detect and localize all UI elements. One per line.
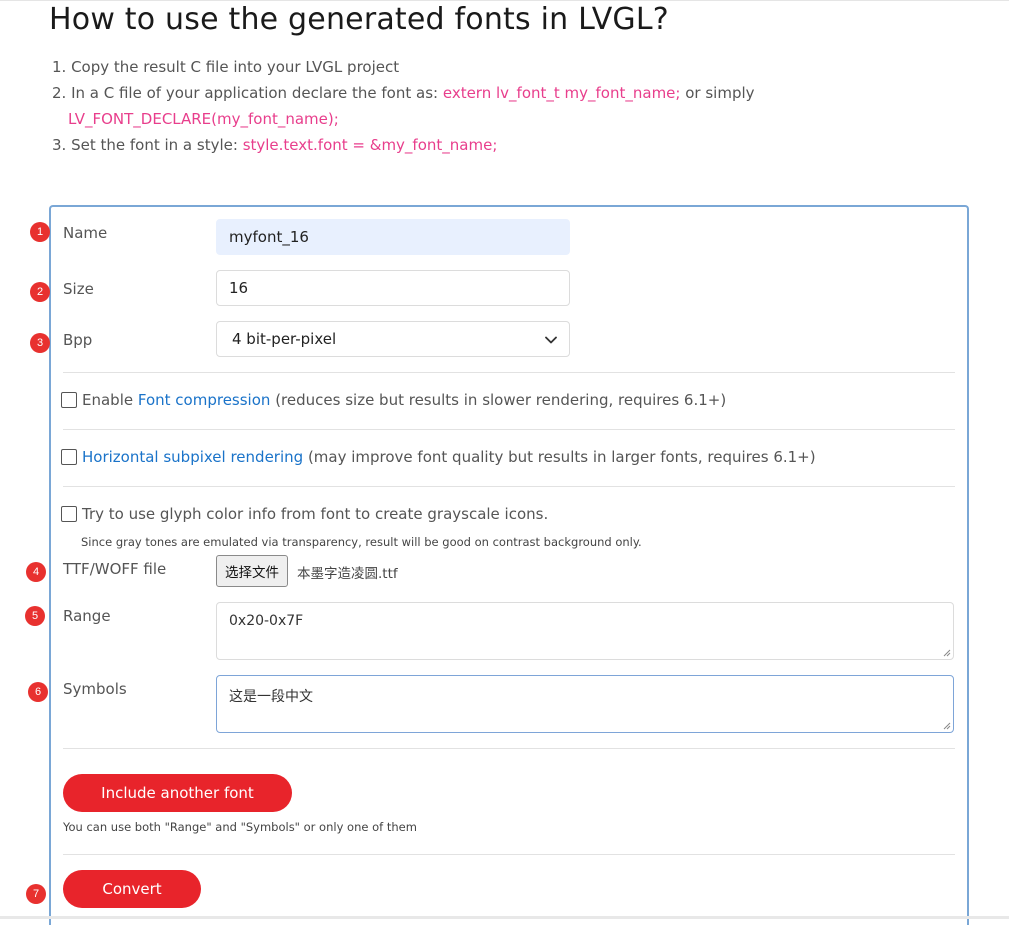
divider [63,486,955,487]
include-another-font-button[interactable]: Include another font [63,774,292,812]
convert-button[interactable]: Convert [63,870,201,908]
symbols-value: 这是一段中文 [229,689,313,705]
bpp-select[interactable]: 4 bit-per-pixel [216,321,570,357]
font-compression-checkbox[interactable] [61,392,77,408]
glyph-color-checkbox[interactable] [61,506,77,522]
step-3-text: 3. Set the font in a style: [52,136,238,154]
glyph-color-label: Try to use glyph color info from font to… [82,505,549,523]
name-label: Name [63,224,108,242]
bpp-selected-value: 4 bit-per-pixel [232,330,337,348]
step-badge-4: 4 [26,562,46,582]
resize-grip-icon[interactable] [943,649,951,657]
step-badge-7: 7 [26,884,46,904]
resize-grip-icon[interactable] [943,722,951,730]
choose-file-button[interactable]: 选择文件 [216,555,288,587]
selected-file-name: 本墨字造凌圆.ttf [297,566,398,582]
subpixel-checkbox[interactable] [61,449,77,465]
size-input[interactable]: 16 [216,270,570,306]
range-textarea[interactable]: 0x20-0x7F [216,602,954,660]
step-3-code: style.text.font = &my_font_name; [242,136,498,154]
step-badge-1: 1 [30,222,50,242]
range-value: 0x20-0x7F [229,613,304,629]
divider [63,748,955,749]
name-input[interactable]: myfont_16 [216,219,570,255]
step-2-text: 2. In a C file of your application decla… [52,84,439,102]
converter-form-panel [49,205,969,925]
symbols-textarea[interactable]: 这是一段中文 [216,675,954,733]
step-1: 1. Copy the result C file into your LVGL… [52,58,400,76]
usage-steps: 1. Copy the result C file into your LVGL… [52,54,755,158]
top-divider [0,0,1009,1]
step-2-code-extern: extern lv_font_t my_font_name; [442,84,681,102]
font-compression-prefix: Enable [82,391,134,409]
page-title: How to use the generated fonts in LVGL? [49,2,669,37]
glyph-color-row: Try to use glyph color info from font to… [61,505,548,523]
step-badge-3: 3 [30,333,50,353]
divider [63,372,955,373]
step-2: 2. In a C file of your application decla… [52,80,755,106]
subpixel-row: Horizontal subpixel rendering (may impro… [61,448,816,466]
step-2-or-text: or simply [685,84,755,102]
size-label: Size [63,280,94,298]
chevron-down-icon [545,330,557,348]
step-2-continued: LV_FONT_DECLARE(my_font_name); [52,106,755,132]
range-label: Range [63,607,111,625]
step-badge-5: 5 [25,606,45,626]
step-badge-2: 2 [30,282,50,302]
font-compression-hint: (reduces size but results in slower rend… [275,391,727,409]
bpp-label: Bpp [63,331,93,349]
step-3: 3. Set the font in a style: style.text.f… [52,132,755,158]
step-2-code-declare: LV_FONT_DECLARE(my_font_name); [68,110,339,128]
include-note: You can use both "Range" and "Symbols" o… [63,820,417,834]
symbols-label: Symbols [63,680,127,698]
font-compression-link[interactable]: Font compression [138,391,271,409]
glyph-color-note: Since gray tones are emulated via transp… [81,535,642,549]
font-compression-row: Enable Font compression (reduces size bu… [61,391,726,409]
divider [63,854,955,855]
subpixel-link[interactable]: Horizontal subpixel rendering [82,448,303,466]
divider [63,429,955,430]
file-label: TTF/WOFF file [63,560,167,578]
step-badge-6: 6 [28,682,48,702]
subpixel-hint: (may improve font quality but results in… [307,448,816,466]
